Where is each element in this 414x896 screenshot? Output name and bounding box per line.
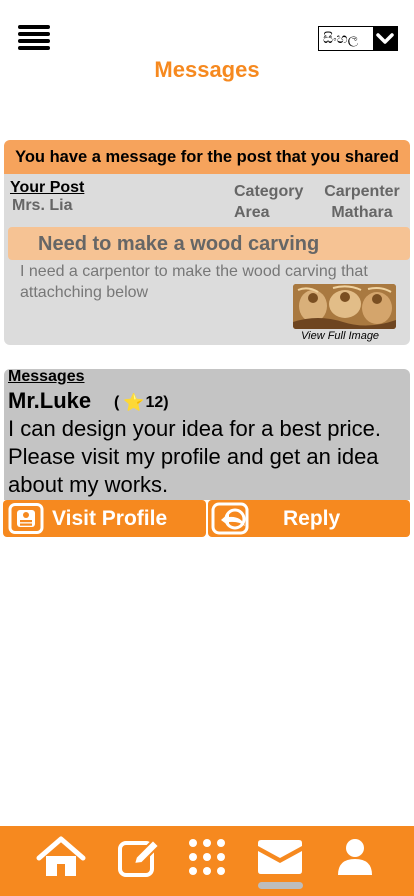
rating-close: ) bbox=[163, 394, 169, 411]
star-icon: ⭐ bbox=[123, 393, 145, 412]
post-image-thumbnail[interactable] bbox=[293, 284, 396, 329]
notice-text: You have a message for the post that you… bbox=[15, 147, 399, 166]
grid-icon[interactable] bbox=[182, 836, 232, 878]
post-author: Mrs. Lia bbox=[12, 197, 73, 214]
chevron-down-icon bbox=[373, 27, 397, 50]
area-value: Mathara bbox=[331, 204, 393, 221]
home-icon[interactable] bbox=[36, 836, 86, 878]
language-value: සිංහල bbox=[323, 30, 359, 47]
post-title: Need to make a wood carving bbox=[38, 233, 320, 255]
post-title-bar: Need to make a wood carving bbox=[8, 227, 410, 260]
post-meta-labels: Category Area bbox=[234, 181, 303, 223]
page-title: Messages bbox=[154, 57, 260, 82]
mail-icon[interactable] bbox=[255, 836, 305, 878]
notice-banner: You have a message for the post that you… bbox=[4, 140, 410, 174]
visit-profile-button[interactable]: Visit Profile bbox=[3, 500, 206, 537]
message-card: Messages Mr.Luke ( ⭐ 12 ) I can design y… bbox=[4, 368, 410, 500]
hamburger-menu-icon[interactable] bbox=[18, 25, 50, 51]
bottom-nav bbox=[0, 826, 414, 896]
post-meta-values: Carpenter Mathara bbox=[316, 181, 408, 223]
sender-name: Mr.Luke bbox=[8, 388, 92, 413]
reply-icon bbox=[211, 502, 253, 539]
active-tab-indicator bbox=[258, 882, 303, 889]
category-value: Carpenter bbox=[324, 183, 400, 200]
reply-button[interactable]: Reply bbox=[208, 500, 410, 537]
category-label: Category bbox=[234, 183, 304, 200]
your-post-label: Your Post bbox=[10, 179, 85, 196]
rating-open: ( bbox=[114, 394, 120, 411]
area-label: Area bbox=[234, 204, 270, 221]
language-select[interactable]: සිංහල bbox=[318, 26, 398, 51]
sender-rating: ( ⭐ 12 ) bbox=[114, 393, 169, 413]
rating-value: 12 bbox=[145, 394, 164, 411]
profile-card-icon bbox=[8, 503, 44, 538]
edit-icon[interactable] bbox=[114, 836, 164, 878]
messages-section-label: Messages bbox=[8, 368, 85, 385]
visit-profile-label: Visit Profile bbox=[52, 507, 168, 530]
view-full-image-link[interactable]: View Full Image bbox=[301, 330, 379, 342]
reply-label: Reply bbox=[283, 507, 341, 530]
post-card: Your Post Mrs. Lia Category Area Carpent… bbox=[4, 174, 410, 345]
user-icon[interactable] bbox=[330, 836, 380, 878]
message-body: I can design your idea for a best price.… bbox=[8, 416, 381, 497]
